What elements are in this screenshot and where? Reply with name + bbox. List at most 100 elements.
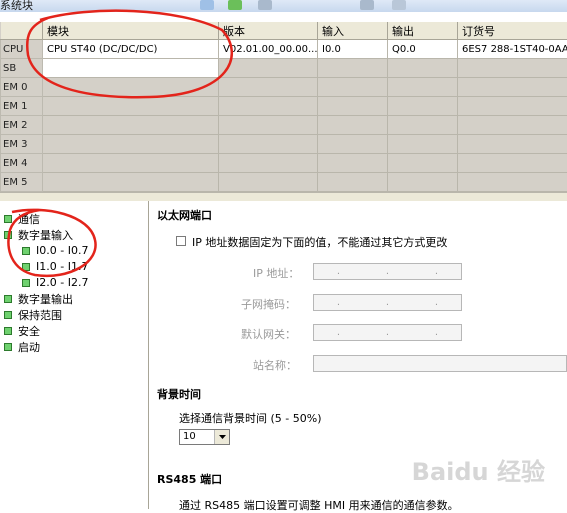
- cell-order-number[interactable]: [458, 135, 567, 154]
- cell-module[interactable]: [43, 154, 219, 173]
- table-row[interactable]: EM 1: [1, 97, 567, 116]
- node-icon: [4, 343, 12, 351]
- cell-input[interactable]: [318, 97, 388, 116]
- node-icon: [4, 295, 12, 303]
- cell-order-number[interactable]: [458, 78, 567, 97]
- rs485-description: 通过 RS485 端口设置可调整 HMI 用来通信的通信参数。: [179, 497, 459, 513]
- tree-item-label: I2.0 - I2.7: [36, 276, 88, 289]
- cell-input[interactable]: I0.0: [318, 40, 388, 59]
- window-title: 系统块: [0, 0, 33, 12]
- table-row[interactable]: EM 5: [1, 173, 567, 192]
- ip-dot: .: [435, 327, 438, 338]
- background-time-label: 选择通信背景时间 (5 - 50%): [179, 410, 322, 426]
- watermark: Baidu 经验: [412, 452, 545, 487]
- gateway-label: 默认网关：: [241, 326, 296, 342]
- ip-address-field[interactable]: . . .: [313, 263, 462, 280]
- cell-input[interactable]: [318, 135, 388, 154]
- cell-version[interactable]: [219, 154, 318, 173]
- row-header: EM 5: [1, 173, 43, 192]
- chevron-down-icon[interactable]: [214, 430, 229, 444]
- table-row[interactable]: SB: [1, 59, 567, 78]
- cell-order-number[interactable]: [458, 59, 567, 78]
- row-header: SB: [1, 59, 43, 78]
- cell-input[interactable]: [318, 154, 388, 173]
- cell-module[interactable]: [43, 116, 219, 135]
- cell-input[interactable]: [318, 78, 388, 97]
- cell-module[interactable]: [43, 173, 219, 192]
- gateway-field[interactable]: . . .: [313, 324, 462, 341]
- tree-item-startup[interactable]: 启动: [4, 339, 40, 354]
- node-icon: [4, 327, 12, 335]
- node-icon: [22, 263, 30, 271]
- row-header: EM 1: [1, 97, 43, 116]
- node-icon: [4, 215, 12, 223]
- header-version[interactable]: 版本: [219, 22, 318, 40]
- cell-version[interactable]: V02.01.00_00.00...: [219, 40, 318, 59]
- cell-input[interactable]: [318, 116, 388, 135]
- cell-version[interactable]: [219, 59, 318, 78]
- cell-module[interactable]: [43, 78, 219, 97]
- tree-item-communication[interactable]: 通信: [4, 211, 40, 226]
- cell-order-number[interactable]: [458, 116, 567, 135]
- cell-output[interactable]: [388, 59, 458, 78]
- tree-item-i0[interactable]: I0.0 - I0.7: [22, 243, 88, 258]
- background-time-value: 10: [183, 431, 196, 442]
- row-header: EM 3: [1, 135, 43, 154]
- row-header: EM 4: [1, 154, 43, 173]
- cell-version[interactable]: [219, 173, 318, 192]
- cell-output[interactable]: [388, 97, 458, 116]
- header-module[interactable]: 模块: [43, 22, 219, 40]
- fixed-ip-label: IP 地址数据固定为下面的值，不能通过其它方式更改: [192, 234, 447, 250]
- header-output[interactable]: 输出: [388, 22, 458, 40]
- cell-output[interactable]: [388, 116, 458, 135]
- cell-module[interactable]: CPU ST40 (DC/DC/DC): [43, 40, 219, 59]
- table-row[interactable]: EM 2: [1, 116, 567, 135]
- cell-module[interactable]: [43, 135, 219, 154]
- header-order-number[interactable]: 订货号: [458, 22, 567, 40]
- cell-input[interactable]: [318, 59, 388, 78]
- title-bar: 系统块: [0, 0, 567, 12]
- ip-dot: .: [337, 297, 340, 308]
- cell-order-number[interactable]: [458, 97, 567, 116]
- cell-output[interactable]: [388, 135, 458, 154]
- cell-order-number[interactable]: [458, 154, 567, 173]
- cell-order-number[interactable]: 6ES7 288-1ST40-0AA: [458, 40, 567, 59]
- tree-item-label: 保持范围: [18, 307, 62, 323]
- background-time-select[interactable]: 10: [179, 429, 230, 445]
- header-input[interactable]: 输入: [318, 22, 388, 40]
- tree-item-digital-input[interactable]: 数字量输入: [4, 227, 73, 242]
- cell-output[interactable]: [388, 154, 458, 173]
- tree-item-label: I1.0 - I1.7: [36, 260, 88, 273]
- tree-item-retentive-range[interactable]: 保持范围: [4, 307, 62, 322]
- tree-item-digital-output[interactable]: 数字量输出: [4, 291, 73, 306]
- cell-output[interactable]: Q0.0: [388, 40, 458, 59]
- station-name-field[interactable]: [313, 355, 567, 372]
- tree-item-security[interactable]: 安全: [4, 323, 40, 338]
- toolbar-icon[interactable]: [258, 0, 272, 10]
- table-row[interactable]: CPU CPU ST40 (DC/DC/DC) V02.01.00_00.00.…: [1, 40, 567, 59]
- fixed-ip-checkbox[interactable]: [176, 236, 186, 246]
- settings-tree: 通信 数字量输入 I0.0 - I0.7 I1.0 - I1.7 I2.0 - …: [0, 201, 149, 509]
- toolbar-icon[interactable]: [228, 0, 242, 10]
- toolbar-icon[interactable]: [200, 0, 214, 10]
- tree-item-i2[interactable]: I2.0 - I2.7: [22, 275, 88, 290]
- cell-module[interactable]: [43, 97, 219, 116]
- cell-input[interactable]: [318, 173, 388, 192]
- cell-version[interactable]: [219, 78, 318, 97]
- table-row[interactable]: EM 3: [1, 135, 567, 154]
- cell-output[interactable]: [388, 78, 458, 97]
- cell-module[interactable]: [43, 59, 219, 78]
- cell-order-number[interactable]: [458, 173, 567, 192]
- toolbar-icon[interactable]: [392, 0, 406, 10]
- cell-version[interactable]: [219, 135, 318, 154]
- cell-output[interactable]: [388, 173, 458, 192]
- subnet-mask-field[interactable]: . . .: [313, 294, 462, 311]
- cell-version[interactable]: [219, 116, 318, 135]
- tree-item-label: 通信: [18, 211, 40, 227]
- tree-item-i1[interactable]: I1.0 - I1.7: [22, 259, 88, 274]
- toolbar-icon[interactable]: [360, 0, 374, 10]
- table-row[interactable]: EM 4: [1, 154, 567, 173]
- node-icon: [22, 279, 30, 287]
- table-row[interactable]: EM 0: [1, 78, 567, 97]
- cell-version[interactable]: [219, 97, 318, 116]
